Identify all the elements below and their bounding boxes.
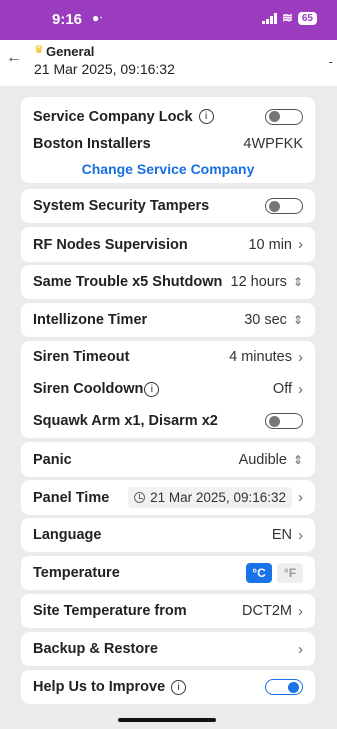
signal-icon bbox=[261, 12, 277, 24]
backup-label: Backup & Restore bbox=[33, 641, 158, 657]
squawk-row: Squawk Arm x1, Disarm x2 bbox=[33, 405, 303, 437]
tampers-row: System Security Tampers bbox=[33, 189, 303, 223]
up-down-icon: ⇕ bbox=[292, 452, 303, 467]
info-icon[interactable]: i bbox=[171, 679, 187, 695]
fahrenheit-button[interactable]: °F bbox=[277, 563, 303, 583]
wifi-icon: ≋ bbox=[281, 10, 293, 25]
help-label: Help Us to Improve bbox=[33, 679, 166, 695]
status-indicators: ≋ 65 bbox=[261, 10, 317, 26]
chevron-right-icon: › bbox=[298, 640, 303, 658]
service-lock-toggle[interactable] bbox=[265, 108, 303, 125]
toggle-knob bbox=[269, 415, 280, 427]
intellizone-label: Intellizone Timer bbox=[33, 312, 148, 328]
panic-label: Panic bbox=[33, 451, 72, 468]
header-trailing: - bbox=[328, 54, 333, 69]
tampers-card: System Security Tampers bbox=[21, 189, 315, 223]
info-icon[interactable]: i bbox=[198, 109, 214, 125]
chevron-right-icon: › bbox=[298, 236, 303, 253]
rf-nodes-row[interactable]: RF Nodes Supervision 10 min › bbox=[33, 227, 303, 262]
chevron-right-icon: › bbox=[298, 602, 303, 620]
rf-nodes-card[interactable]: RF Nodes Supervision 10 min › bbox=[21, 227, 315, 262]
person-icon: ●‧ bbox=[92, 11, 104, 25]
squawk-label: Squawk Arm x1, Disarm x2 bbox=[33, 413, 218, 429]
up-down-icon: ⇕ bbox=[292, 313, 303, 327]
status-bar: 9:16 ●‧ ≋ 65 bbox=[0, 0, 337, 40]
company-code: 4WPFKK bbox=[243, 135, 303, 152]
site-temperature-card[interactable]: Site Temperature from DCT2M › bbox=[21, 594, 315, 628]
backup-card[interactable]: Backup & Restore › bbox=[21, 632, 315, 666]
toggle-knob bbox=[269, 200, 280, 212]
language-card[interactable]: Language EN › bbox=[21, 518, 315, 552]
help-toggle[interactable] bbox=[265, 679, 303, 695]
celsius-button[interactable]: °C bbox=[246, 563, 272, 583]
service-company-row: Boston Installers 4WPFKK bbox=[33, 126, 303, 161]
siren-cooldown-label: Siren Cooldown bbox=[33, 381, 144, 397]
panel-time-label: Panel Time bbox=[33, 489, 110, 506]
panic-value: Audible bbox=[238, 451, 287, 468]
up-down-icon: ⇕ bbox=[292, 275, 303, 289]
page-subtitle: 21 Mar 2025, 09:16:32 bbox=[34, 61, 175, 77]
service-company-card: Service Company Lock i Boston Installers … bbox=[21, 97, 315, 183]
panel-time-pill[interactable]: 21 Mar 2025, 09:16:32 bbox=[128, 487, 292, 508]
back-arrow-icon[interactable]: ← bbox=[6, 49, 22, 67]
battery-icon: 65 bbox=[297, 11, 317, 25]
siren-timeout-value: 4 minutes bbox=[229, 349, 292, 365]
siren-timeout-row[interactable]: Siren Timeout 4 minutes › bbox=[33, 341, 303, 373]
temperature-label: Temperature bbox=[33, 565, 120, 581]
panel-time-row[interactable]: Panel Time 21 Mar 2025, 09:16:32 › bbox=[33, 480, 303, 515]
chevron-right-icon: › bbox=[298, 348, 303, 366]
squawk-toggle[interactable] bbox=[265, 413, 303, 429]
tampers-label: System Security Tampers bbox=[33, 198, 210, 214]
language-label: Language bbox=[33, 527, 102, 543]
service-lock-label: Service Company Lock bbox=[33, 108, 193, 125]
page-title: General bbox=[46, 44, 95, 59]
siren-cooldown-row[interactable]: Siren Cooldown i Off › bbox=[33, 373, 303, 405]
rf-nodes-value: 10 min bbox=[248, 236, 292, 253]
intellizone-value: 30 sec bbox=[244, 312, 287, 328]
info-icon[interactable]: i bbox=[144, 381, 160, 397]
toggle-knob bbox=[269, 111, 280, 122]
status-time: 9:16 bbox=[52, 11, 83, 28]
company-name: Boston Installers bbox=[33, 135, 151, 152]
rf-nodes-label: RF Nodes Supervision bbox=[33, 236, 188, 253]
trouble-value: 12 hours bbox=[230, 274, 287, 290]
siren-cooldown-value: Off bbox=[272, 381, 292, 397]
temperature-card: Temperature °C °F bbox=[21, 556, 315, 590]
help-row: Help Us to Improve i bbox=[33, 670, 303, 704]
page-header: ← ♛ General 21 Mar 2025, 09:16:32 - bbox=[0, 40, 337, 86]
panel-time-card[interactable]: Panel Time 21 Mar 2025, 09:16:32 › bbox=[21, 480, 315, 515]
trouble-label: Same Trouble x5 Shutdown bbox=[33, 274, 223, 290]
intellizone-card[interactable]: Intellizone Timer 30 sec ⇕ bbox=[21, 303, 315, 337]
site-temperature-label: Site Temperature from bbox=[33, 603, 187, 619]
home-indicator[interactable] bbox=[118, 718, 216, 722]
site-temperature-value: DCT2M bbox=[242, 603, 292, 619]
toggle-knob bbox=[288, 681, 299, 693]
language-row[interactable]: Language EN › bbox=[33, 518, 303, 552]
chevron-right-icon: › bbox=[298, 380, 303, 398]
trouble-row[interactable]: Same Trouble x5 Shutdown 12 hours ⇕ bbox=[33, 265, 303, 299]
panic-card[interactable]: Panic Audible ⇕ bbox=[21, 442, 315, 477]
chevron-right-icon: › bbox=[298, 526, 303, 544]
tampers-toggle[interactable] bbox=[265, 198, 303, 214]
change-service-company-link[interactable]: Change Service Company bbox=[21, 161, 315, 177]
panel-time-value: 21 Mar 2025, 09:16:32 bbox=[150, 490, 286, 505]
site-temperature-row[interactable]: Site Temperature from DCT2M › bbox=[33, 594, 303, 628]
siren-card: Siren Timeout 4 minutes › Siren Cooldown i… bbox=[21, 341, 315, 438]
intellizone-row[interactable]: Intellizone Timer 30 sec ⇕ bbox=[33, 303, 303, 337]
panic-row[interactable]: Panic Audible ⇕ bbox=[33, 442, 303, 477]
backup-row[interactable]: Backup & Restore › bbox=[33, 632, 303, 666]
temperature-row: Temperature °C °F bbox=[33, 556, 303, 590]
trouble-card[interactable]: Same Trouble x5 Shutdown 12 hours ⇕ bbox=[21, 265, 315, 299]
crown-icon: ♛ bbox=[34, 44, 44, 56]
help-card: Help Us to Improve i bbox=[21, 670, 315, 704]
language-value: EN bbox=[271, 527, 292, 543]
siren-timeout-label: Siren Timeout bbox=[33, 349, 130, 365]
chevron-right-icon: › bbox=[298, 489, 303, 506]
clock-icon bbox=[134, 492, 146, 503]
